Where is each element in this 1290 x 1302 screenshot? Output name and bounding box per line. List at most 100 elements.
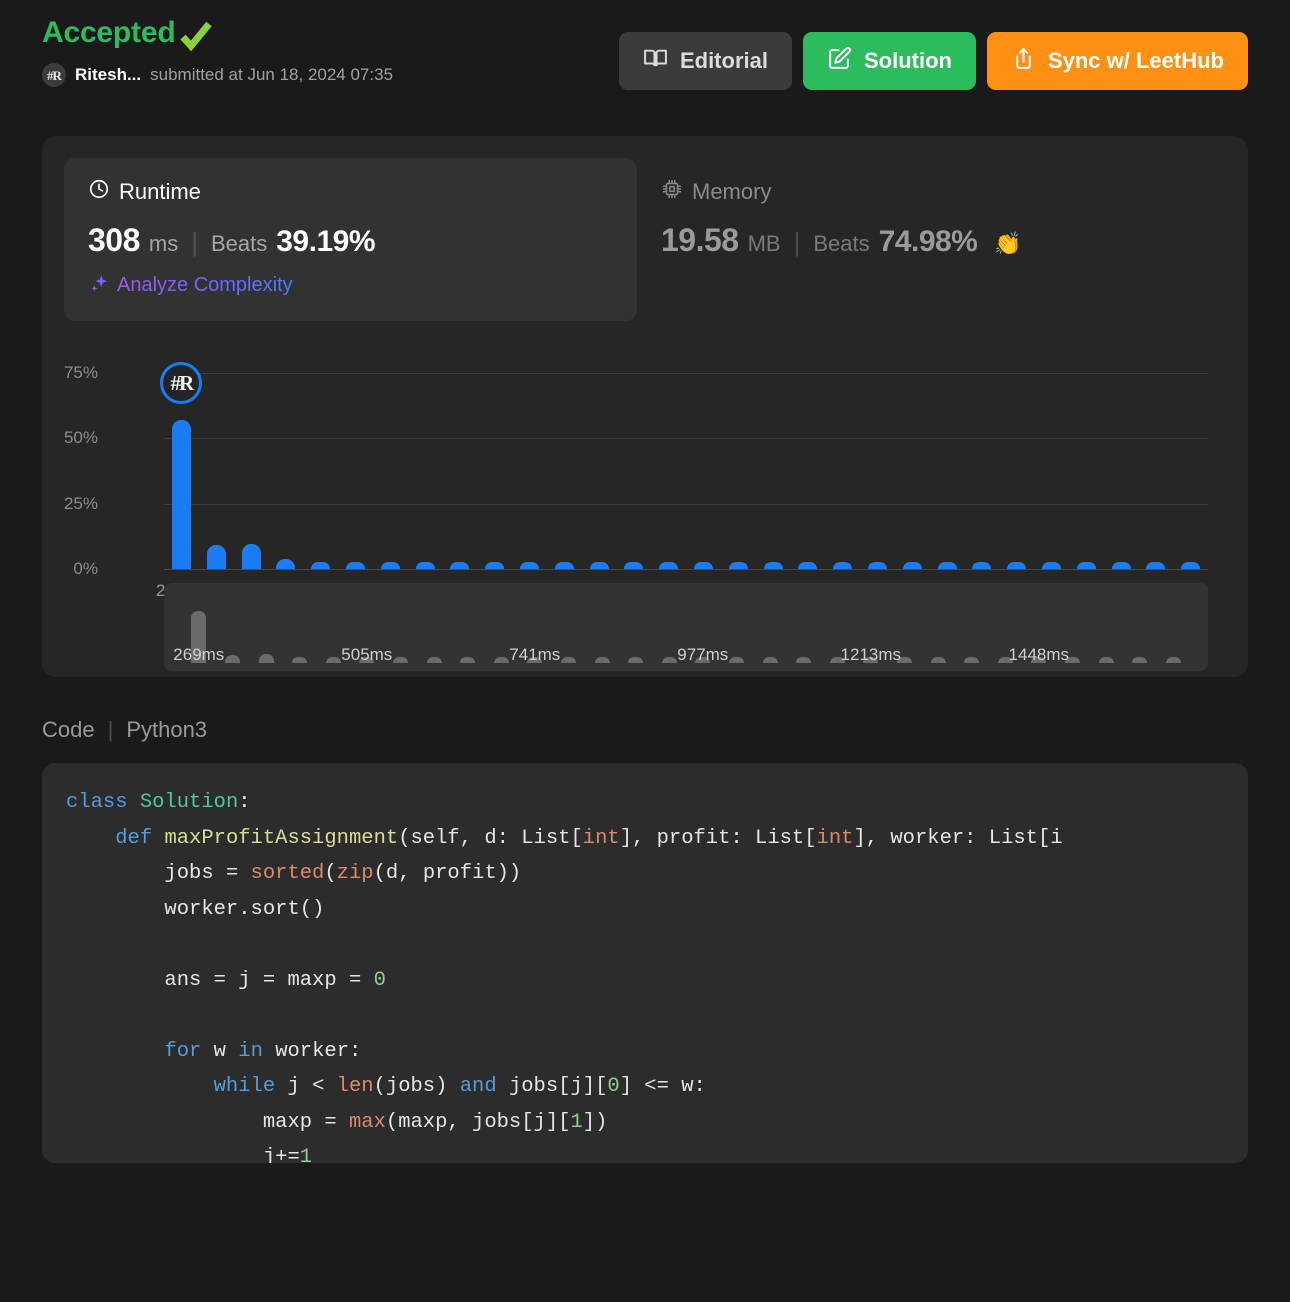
code-label-divider: | <box>107 717 114 742</box>
chart-bar[interactable] <box>1041 562 1061 569</box>
solution-button-label: Solution <box>863 48 952 73</box>
runtime-separator: | <box>191 227 198 257</box>
memory-title: Memory <box>692 178 772 204</box>
chart-bar[interactable] <box>345 562 365 569</box>
clock-icon <box>88 178 110 205</box>
runtime-beats-label: Beats <box>210 231 268 256</box>
chart-bar[interactable] <box>241 544 261 569</box>
runtime-values: 308 ms | Beats 39.19% <box>88 222 613 259</box>
green-check-icon <box>179 19 213 53</box>
minimap-bar[interactable] <box>930 657 946 663</box>
runtime-distribution-chart: 0% 25% 50% 75% #R 269ms 505ms 741ms 977ms 1213ms 1… <box>63 339 1226 671</box>
chart-bar[interactable] <box>728 562 748 569</box>
chart-bar[interactable] <box>1111 562 1131 569</box>
chip-icon <box>661 178 683 205</box>
memory-beats-value: 74.98% <box>878 225 978 258</box>
analyze-complexity-label: Analyze Complexity <box>117 274 293 296</box>
minimap-bar[interactable] <box>594 657 610 663</box>
chart-minimap-scrollbar[interactable]: 269ms 505ms 741ms 977ms 1213ms 1448ms <box>164 583 1208 671</box>
memory-metric-card[interactable]: Memory 19.58 MB | Beats 74.98% 👏 <box>637 158 1210 281</box>
stats-panel: Runtime 308 ms | Beats 39.19% Analyze Co… <box>42 136 1248 677</box>
chart-bar[interactable] <box>659 562 679 569</box>
minimap-bar[interactable] <box>661 657 677 663</box>
solution-button[interactable]: Solution <box>802 32 976 90</box>
sync-leethub-button[interactable]: Sync w/ LeetHub <box>986 32 1248 90</box>
chart-bar[interactable] <box>763 562 783 569</box>
runtime-value: 308 <box>88 222 140 258</box>
minimap-bar[interactable] <box>560 657 576 663</box>
minimap-bar[interactable] <box>460 657 476 663</box>
chart-y-tick: 0% <box>73 559 98 578</box>
chart-bar[interactable] <box>485 562 505 569</box>
chart-bar[interactable] <box>589 562 609 569</box>
upload-icon <box>1011 46 1036 77</box>
chart-bar[interactable] <box>1076 562 1096 569</box>
code-content: class Solution: def maxProfitAssignment(… <box>66 791 1063 1163</box>
chart-bar[interactable] <box>415 562 435 569</box>
chart-bar[interactable] <box>311 562 331 569</box>
chart-bar[interactable] <box>519 562 539 569</box>
clap-emoji: 👏 <box>994 231 1022 256</box>
chart-bar[interactable] <box>554 562 574 569</box>
editorial-button[interactable]: Editorial <box>618 32 792 90</box>
code-panel[interactable]: class Solution: def maxProfitAssignment(… <box>42 763 1248 1163</box>
analyze-complexity-link[interactable]: Analyze Complexity <box>88 272 613 299</box>
memory-unit: MB <box>747 231 781 256</box>
chart-bar[interactable] <box>902 562 922 569</box>
page-title: Accepted <box>42 16 176 49</box>
minimap-bar[interactable] <box>258 654 274 663</box>
chart-axis-line <box>164 569 1208 570</box>
minimap-bar[interactable] <box>292 657 308 663</box>
book-icon <box>643 46 668 77</box>
memory-header: Memory <box>661 178 1186 205</box>
minimap-bar[interactable] <box>728 657 744 663</box>
minimap-x-tick: 741ms <box>509 645 561 664</box>
avatar[interactable]: #R <box>42 63 66 87</box>
chart-bar[interactable] <box>624 562 644 569</box>
chart-bar[interactable] <box>380 562 400 569</box>
editorial-button-label: Editorial <box>679 48 768 73</box>
memory-value: 19.58 <box>661 222 739 258</box>
minimap-x-tick: 1448ms <box>1008 645 1070 664</box>
submission-header: Accepted #R Ritesh... submitted at Jun 1… <box>0 0 1290 126</box>
submitter-name[interactable]: Ritesh... <box>75 65 141 85</box>
chart-y-tick: 50% <box>63 428 98 448</box>
header-actions: Editorial Solution Sync w/ LeetHub <box>618 32 1248 90</box>
chart-bar[interactable] <box>867 562 887 569</box>
minimap-bar[interactable] <box>392 657 408 663</box>
chart-bar[interactable] <box>833 562 853 569</box>
minimap-bar[interactable] <box>1098 657 1114 663</box>
chart-bar[interactable] <box>276 558 296 569</box>
minimap-bar[interactable] <box>1132 657 1148 663</box>
code-label: Code <box>42 717 95 742</box>
chart-bar[interactable] <box>1181 562 1201 569</box>
minimap-bar[interactable] <box>493 657 509 663</box>
chart-bar[interactable] <box>693 562 713 569</box>
minimap-x-tick: 1213ms <box>840 645 902 664</box>
chart-bar[interactable] <box>1146 562 1166 569</box>
minimap-bar[interactable] <box>796 657 812 663</box>
chart-bar[interactable] <box>450 562 470 569</box>
chart-y-tick: 75% <box>63 363 98 382</box>
minimap-bar[interactable] <box>1165 657 1181 663</box>
chart-bar[interactable] <box>798 562 818 569</box>
chart-bar[interactable] <box>972 562 992 569</box>
minimap-bar[interactable] <box>762 657 778 663</box>
chart-bar[interactable] <box>1007 562 1027 569</box>
metric-cards: Runtime 308 ms | Beats 39.19% Analyze Co… <box>64 158 1226 321</box>
memory-separator: | <box>793 227 801 257</box>
code-section-header: Code | Python3 <box>42 717 1248 743</box>
minimap-bar[interactable] <box>224 654 240 663</box>
avatar-glyph: #R <box>47 67 62 83</box>
minimap-bar[interactable] <box>426 657 442 663</box>
runtime-title: Runtime <box>119 178 201 204</box>
code-language-label[interactable]: Python3 <box>126 717 207 743</box>
chart-bar[interactable] <box>937 562 957 569</box>
minimap-bar[interactable] <box>628 657 644 663</box>
chart-bar[interactable] <box>206 545 226 569</box>
runtime-metric-card[interactable]: Runtime 308 ms | Beats 39.19% Analyze Co… <box>64 158 637 321</box>
minimap-bar[interactable] <box>964 657 980 663</box>
minimap-x-tick: 977ms <box>677 645 729 664</box>
minimap-bar[interactable] <box>325 657 341 663</box>
chart-bar[interactable] <box>171 420 191 569</box>
